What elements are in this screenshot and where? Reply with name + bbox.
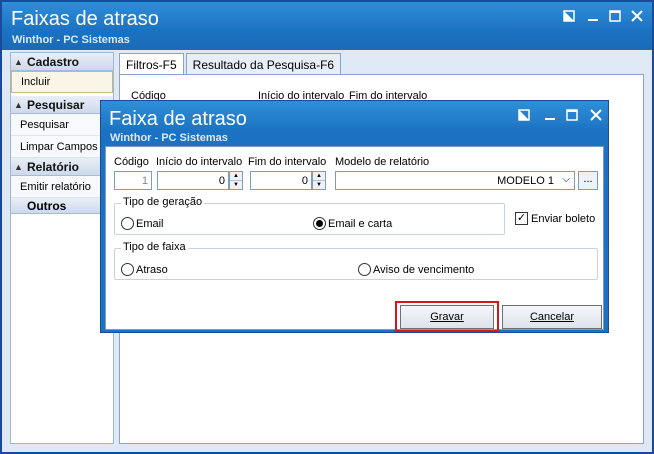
modelo-select[interactable]: MODELO 1 ⌵ [335,171,575,190]
dialog-body: Código Início do intervalo Fim do interv… [105,146,604,332]
radio-dot [313,217,326,230]
main-subtitle: Winthor - PC Sistemas [12,34,130,46]
enviar-boleto-label: Enviar boleto [531,212,596,225]
radio-aviso-label: Aviso de vencimento [373,263,475,276]
modelo-label: Modelo de relatório [335,156,430,168]
codigo-label: Código [114,156,149,168]
tipo-faixa-legend: Tipo de faixa [121,241,188,253]
minimize-icon[interactable] [584,8,602,24]
radio-email[interactable]: Email [121,217,164,230]
radio-email-label: Email [136,217,164,230]
sidebar-group-relatorio[interactable]: ▲ Relatório [11,158,113,176]
fim-label: Fim do intervalo [248,156,327,168]
tipo-geracao-group: Tipo de geração [114,196,505,235]
maximize-icon[interactable] [606,8,624,24]
sidebar-item-pesquisar[interactable]: Pesquisar [11,114,113,136]
dialog-title: Faixa de atraso [109,108,247,130]
spin-down-icon[interactable]: ▼ [230,181,242,190]
restore-icon[interactable] [560,8,578,24]
collapse-icon: ▲ [14,161,23,172]
radio-aviso[interactable]: Aviso de vencimento [358,263,474,276]
dialog-title-bar: Faixa de atraso Winthor - PC Sistemas [101,101,608,145]
gravar-button[interactable]: Gravar [400,305,494,329]
inicio-spinner[interactable]: ▲ ▼ [229,171,243,190]
codigo-field[interactable]: 1 [114,171,152,190]
collapse-icon: ▲ [14,56,23,67]
main-title-bar: Faixas de atraso Winthor - PC Sistemas [2,2,652,50]
sidebar-group-pesquisar[interactable]: ▲ Pesquisar [11,96,113,114]
dialog-faixa-atraso: Faixa de atraso Winthor - PC Sistemas Có… [100,100,609,333]
radio-email-carta-label: Email e carta [328,217,393,230]
sidebar-item-incluir[interactable]: Incluir [11,71,113,93]
sidebar-item-limpar-campos[interactable]: Limpar Campos [11,136,113,158]
collapse-icon: ▲ [14,99,23,110]
fim-field[interactable]: 0 [250,171,312,190]
enviar-boleto-checkbox[interactable]: ✓ Enviar boleto [515,212,595,225]
cancelar-button[interactable]: Cancelar [502,305,602,329]
sidebar-group-label: Relatório [27,159,80,174]
sidebar-group-cadastro[interactable]: ▲ Cadastro [11,53,113,71]
inicio-field[interactable]: 0 [157,171,229,190]
checkmark-icon: ✓ [515,212,528,225]
minimize-icon[interactable] [541,107,559,123]
tab-filtros[interactable]: Filtros-F5 [119,53,184,75]
tab-strip: Filtros-F5 Resultado da Pesquisa-F6 [119,53,343,75]
radio-atraso[interactable]: Atraso [121,263,168,276]
main-title: Faixas de atraso [11,8,159,30]
maximize-icon[interactable] [563,107,581,123]
radio-email-carta[interactable]: Email e carta [313,217,392,230]
radio-dot [121,217,134,230]
radio-dot [121,263,134,276]
modelo-browse-button[interactable]: ... [578,171,598,190]
close-icon[interactable] [587,107,605,123]
close-icon[interactable] [628,8,646,24]
fim-spinner[interactable]: ▲ ▼ [312,171,326,190]
modelo-select-value: MODELO 1 [497,174,554,187]
sidebar-item-emitir-relatorio[interactable]: Emitir relatório [11,176,113,198]
dialog-subtitle: Winthor - PC Sistemas [110,132,228,144]
spin-down-icon[interactable]: ▼ [313,181,325,190]
tab-resultado[interactable]: Resultado da Pesquisa-F6 [185,53,342,75]
tipo-geracao-legend: Tipo de geração [121,196,205,208]
radio-atraso-label: Atraso [136,263,168,276]
inicio-label: Início do intervalo [156,156,243,168]
spin-up-icon[interactable]: ▲ [313,172,325,181]
chevron-down-icon: ⌵ [562,174,570,185]
restore-icon[interactable] [515,107,533,123]
spin-up-icon[interactable]: ▲ [230,172,242,181]
tipo-faixa-group: Tipo de faixa [114,241,598,280]
sidebar-group-outros[interactable]: Outros [11,198,113,214]
radio-dot [358,263,371,276]
sidebar: ▲ Cadastro Incluir ▲ Pesquisar Pesquisar… [10,52,114,444]
sidebar-group-label: Pesquisar [27,97,85,112]
sidebar-group-label: Cadastro [27,54,80,69]
